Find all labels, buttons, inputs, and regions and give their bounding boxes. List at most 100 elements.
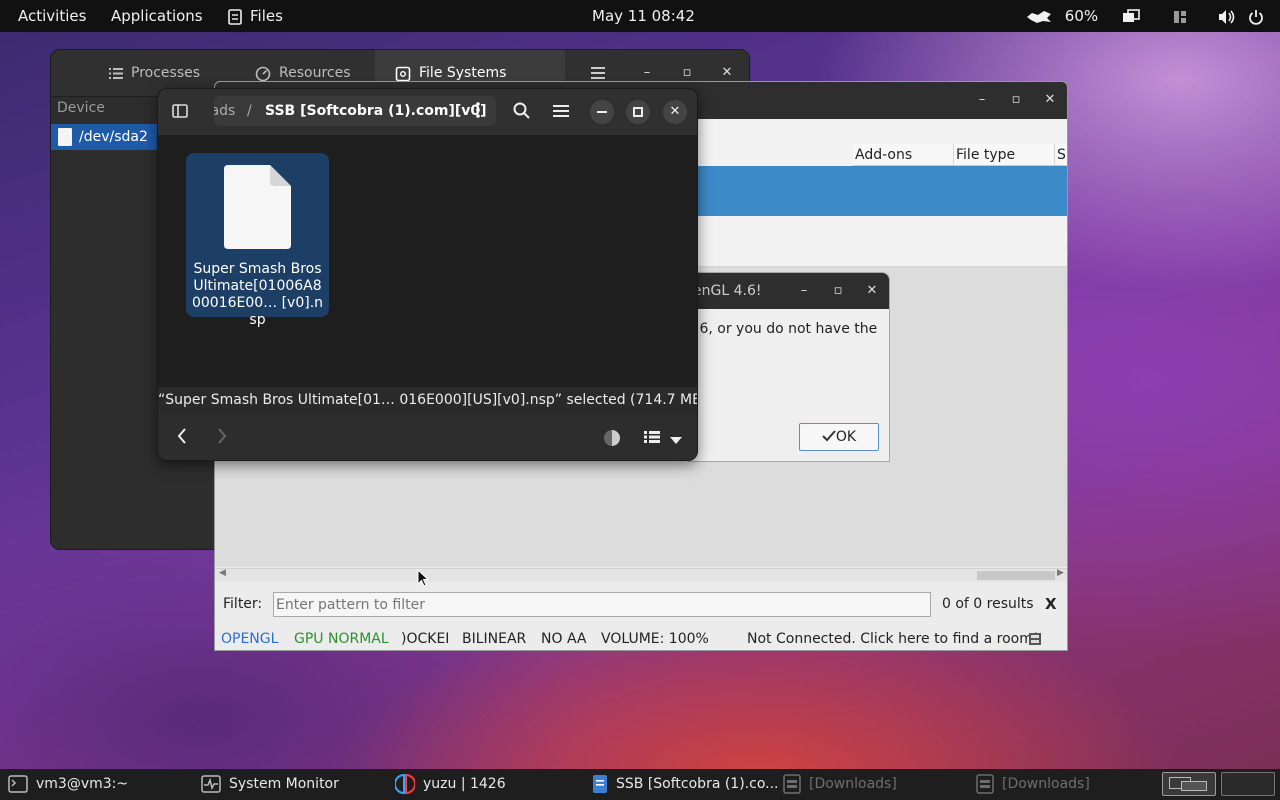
breadcrumb-downloads[interactable]: oads xyxy=(214,96,235,126)
maximize-icon xyxy=(633,107,643,117)
list-view-icon xyxy=(644,431,660,443)
docked-mode-toggle[interactable]: )OCKEI xyxy=(401,627,449,650)
minimize-button[interactable]: – xyxy=(971,89,993,111)
applications-menu[interactable]: Applications xyxy=(111,0,203,32)
maximize-button[interactable]: ▫ xyxy=(1005,89,1027,111)
minimize-button[interactable] xyxy=(590,100,614,124)
filter-mode-toggle[interactable]: BILINEAR xyxy=(462,627,526,650)
gpu-accuracy-toggle[interactable]: GPU NORMAL xyxy=(294,627,389,650)
volume-icon xyxy=(1219,9,1235,24)
chevron-down-icon xyxy=(670,437,682,444)
power-icon xyxy=(1249,9,1263,25)
task-system-monitor[interactable]: System Monitor xyxy=(201,769,339,800)
column-header-file-type[interactable]: File type xyxy=(954,144,1055,166)
scroll-right-icon[interactable]: ▶ xyxy=(1057,568,1064,578)
anti-aliasing-toggle[interactable]: NO AA xyxy=(541,627,587,650)
task-label: [Downloads] xyxy=(1002,776,1090,792)
clear-filter-button[interactable]: X xyxy=(1045,595,1057,613)
operations-progress-icon[interactable] xyxy=(604,430,620,446)
files-window: oads / SSB [Softcobra (1).com][v0] ✕ Sup… xyxy=(157,88,698,461)
breadcrumb-current[interactable]: SSB [Softcobra (1).com][v0] xyxy=(265,96,487,126)
view-mode-button[interactable] xyxy=(644,430,660,448)
filter-input[interactable] xyxy=(273,592,931,617)
column-header-addons[interactable]: Add-ons xyxy=(853,144,954,166)
workspace-1[interactable] xyxy=(1162,772,1216,796)
close-icon: ✕ xyxy=(1044,92,1056,107)
search-icon xyxy=(513,102,530,119)
maximize-icon: ▫ xyxy=(1011,92,1021,107)
network-icon[interactable] xyxy=(1028,632,1042,646)
minimize-button[interactable]: – xyxy=(793,280,815,302)
task-label: System Monitor xyxy=(229,776,339,792)
list-icon xyxy=(109,68,123,79)
sidebar-toggle-button[interactable] xyxy=(169,100,191,122)
clock[interactable]: May 11 08:42 xyxy=(592,0,695,32)
close-icon: ✕ xyxy=(669,104,681,119)
checkmark-icon xyxy=(822,430,836,442)
indicator-icon xyxy=(1027,10,1051,23)
volume-control[interactable]: VOLUME: 100% xyxy=(601,627,709,650)
task-downloads-2[interactable]: [Downloads] xyxy=(976,769,1090,800)
scroll-left-icon[interactable]: ◀ xyxy=(219,568,226,578)
terminal-icon xyxy=(8,775,28,793)
column-header-size[interactable]: Si xyxy=(1055,144,1067,166)
power-menu[interactable] xyxy=(1248,0,1264,32)
maximize-button[interactable]: ▫ xyxy=(827,280,849,302)
selection-status: “Super Smash Bros Ultimate[01… 016E000][… xyxy=(158,387,697,415)
file-view[interactable]: Super Smash Bros Ultimate[01006A800016E0… xyxy=(158,135,697,387)
more-vertical-icon xyxy=(476,102,480,118)
workspace-window-preview xyxy=(1181,781,1207,791)
graphics-api-toggle[interactable]: OPENGL xyxy=(221,627,278,650)
top-bar: Activities Applications Files May 11 08:… xyxy=(0,0,1280,32)
maximize-button[interactable] xyxy=(626,100,650,124)
task-label: yuzu | 1426 xyxy=(423,776,506,792)
system-status[interactable]: 60% xyxy=(1026,0,1098,32)
column-header-device[interactable]: Device xyxy=(57,100,105,116)
scrollbar-thumb[interactable] xyxy=(977,571,1055,580)
view-options-button[interactable] xyxy=(670,433,682,449)
chevron-right-icon xyxy=(218,428,227,444)
sidebar-icon xyxy=(172,104,188,118)
main-menu-button[interactable] xyxy=(550,100,572,122)
task-terminal[interactable]: vm3@vm3:~ xyxy=(8,769,128,800)
forward-button[interactable] xyxy=(212,428,232,448)
display-indicator[interactable] xyxy=(1122,0,1140,32)
task-files[interactable]: SSB [Softcobra (1).co... xyxy=(592,769,779,800)
file-name: Super Smash Bros Ultimate[01006A800016E0… xyxy=(191,261,324,328)
minimize-icon: – xyxy=(643,65,651,80)
search-button[interactable] xyxy=(510,100,532,122)
close-icon: ✕ xyxy=(866,283,878,298)
location-bar[interactable]: oads / SSB [Softcobra (1).com][v0] xyxy=(214,96,496,126)
path-menu-button[interactable] xyxy=(476,96,480,126)
task-yuzu[interactable]: yuzu | 1426 xyxy=(395,769,506,800)
ok-button[interactable]: OK xyxy=(799,423,879,451)
hamburger-icon xyxy=(553,105,569,117)
folder-icon xyxy=(783,774,801,794)
drive-icon xyxy=(58,128,72,146)
close-button[interactable]: ✕ xyxy=(663,100,687,124)
files-app-icon xyxy=(228,8,242,25)
task-label: SSB [Softcobra (1).co... xyxy=(616,776,779,792)
dialog-message: .6, or you do not have the xyxy=(695,321,878,337)
files-headerbar: oads / SSB [Softcobra (1).com][v0] ✕ xyxy=(158,89,697,135)
hamburger-icon xyxy=(591,67,605,79)
close-button[interactable]: ✕ xyxy=(1039,89,1061,111)
workspace-2[interactable] xyxy=(1221,772,1275,796)
taskbar: vm3@vm3:~ System Monitor yuzu | 1426 SSB… xyxy=(0,769,1280,800)
task-downloads-1[interactable]: [Downloads] xyxy=(783,769,897,800)
horizontal-scrollbar[interactable]: ◀ ▶ xyxy=(215,568,1067,582)
file-item[interactable]: Super Smash Bros Ultimate[01006A800016E0… xyxy=(186,153,329,328)
back-button[interactable] xyxy=(172,428,192,448)
files-app-menu[interactable]: Files xyxy=(228,0,283,32)
activities-button[interactable]: Activities xyxy=(18,0,86,32)
files-app-label: Files xyxy=(250,7,283,25)
room-status[interactable]: Not Connected. Click here to find a room… xyxy=(747,627,1038,650)
layout-indicator[interactable] xyxy=(1173,0,1187,32)
task-label: [Downloads] xyxy=(809,776,897,792)
maximize-icon: ▫ xyxy=(682,65,692,80)
close-button[interactable]: ✕ xyxy=(861,280,883,302)
files-footer xyxy=(158,415,697,460)
folder-icon xyxy=(976,774,994,794)
disk-icon xyxy=(395,66,411,82)
volume-indicator[interactable] xyxy=(1218,0,1236,32)
